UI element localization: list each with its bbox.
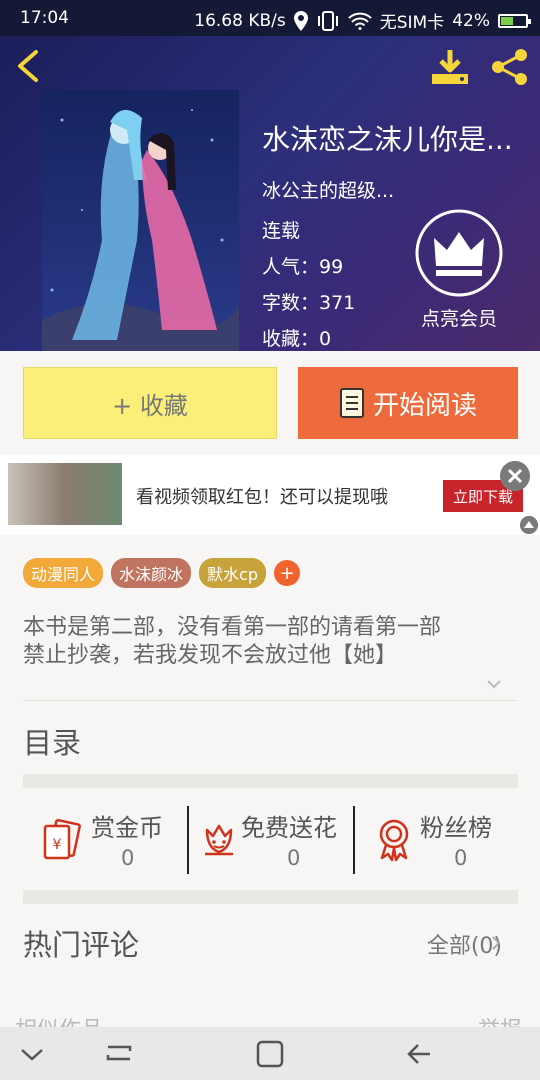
share-icon[interactable]	[490, 48, 530, 86]
fan-ranking-item[interactable]: 粉丝榜 0	[358, 800, 518, 876]
favorite-button[interactable]: + 收藏	[23, 367, 277, 439]
location-icon	[293, 10, 308, 31]
tag-item[interactable]: 水沫颜冰	[111, 558, 192, 588]
download-icon[interactable]	[430, 48, 470, 86]
book-description: 本书是第二部，没有看第一部的请看第一部 禁止抄袭，若我发现不会放过他【她】	[23, 614, 518, 670]
chevron-down-icon[interactable]	[12, 1037, 52, 1071]
stat-label: 粉丝榜	[420, 814, 492, 842]
status-time: 17:04	[20, 8, 69, 28]
recent-apps-icon[interactable]	[100, 1037, 140, 1071]
home-icon[interactable]	[250, 1037, 290, 1071]
vip-label[interactable]: 点亮会员	[404, 304, 514, 331]
section-divider	[23, 774, 518, 788]
network-speed: 16.68 KB/s	[194, 10, 286, 31]
book-status: 连载	[262, 220, 301, 242]
sim-status: 无SIM卡	[379, 13, 445, 33]
status-bar: 17:04 16.68 KB/s 无SIM卡 42%	[0, 0, 540, 36]
favorite-button-label: + 收藏	[112, 391, 188, 420]
description-line: 本书是第二部，没有看第一部的请看第一部	[23, 615, 442, 640]
add-tag-button[interactable]: +	[274, 560, 300, 586]
battery-icon	[498, 13, 531, 28]
start-reading-button[interactable]: 开始阅读	[298, 367, 518, 439]
book-popularity: 人气：99	[262, 256, 344, 278]
red-envelope-icon: ¥	[43, 818, 81, 860]
book-author[interactable]: 冰公主的超级...	[262, 176, 394, 203]
stat-label: 赏金币	[91, 814, 163, 842]
free-flowers-item[interactable]: 免费送花 0	[191, 800, 351, 876]
table-of-contents-link[interactable]: 目录	[23, 720, 81, 762]
tag-item[interactable]: 动漫同人	[23, 558, 104, 588]
svg-text:¥: ¥	[53, 837, 62, 853]
stat-divider	[353, 806, 355, 874]
medal-icon	[379, 819, 409, 862]
ad-text: 看视频领取红包！还可以提现哦	[136, 487, 388, 508]
hot-comments-title: 热门评论	[23, 928, 140, 962]
stat-value: 0	[454, 846, 468, 870]
stat-label: 免费送花	[241, 814, 337, 842]
vibrate-icon	[317, 10, 338, 31]
tag-list: 动漫同人 水沫颜冰 默水cp +	[23, 558, 300, 588]
crown-icon[interactable]	[414, 208, 504, 298]
book-cover-image[interactable]	[42, 90, 239, 351]
stat-value: 0	[121, 846, 135, 870]
book-favorites: 收藏：0	[262, 328, 332, 350]
book-title: 水沫恋之沫儿你是...	[262, 123, 513, 156]
ad-banner[interactable]: 看视频领取红包！还可以提现哦 立即下载	[0, 455, 540, 535]
tag-item[interactable]: 默水cp	[199, 558, 266, 588]
description-line: 禁止抄袭，若我发现不会放过他【她】	[23, 643, 398, 668]
wifi-icon	[348, 12, 372, 30]
book-icon	[339, 388, 364, 418]
back-icon[interactable]	[400, 1037, 440, 1071]
flower-icon	[205, 824, 233, 856]
back-arrow-icon[interactable]	[14, 48, 44, 84]
book-word-count: 字数：371	[262, 292, 356, 314]
chevron-down-icon[interactable]	[486, 676, 502, 692]
section-divider	[23, 890, 518, 904]
system-nav-bar	[0, 1027, 540, 1080]
ad-thumbnail	[8, 463, 122, 525]
start-reading-label: 开始阅读	[372, 390, 477, 421]
reward-coins-item[interactable]: ¥ 赏金币 0	[23, 800, 183, 876]
stat-value: 0	[287, 846, 301, 870]
ad-mark-icon	[520, 516, 538, 534]
battery-percent: 42%	[452, 10, 490, 31]
chevron-right-icon[interactable]	[490, 935, 502, 951]
stats-row: ¥ 赏金币 0 免费送花 0 粉丝榜 0	[23, 800, 518, 876]
divider	[23, 700, 518, 701]
book-header: 水沫恋之沫儿你是... 冰公主的超级... 连载 人气：99 字数：371 收藏…	[0, 36, 540, 351]
close-icon[interactable]	[500, 461, 530, 491]
stat-divider	[187, 806, 189, 874]
